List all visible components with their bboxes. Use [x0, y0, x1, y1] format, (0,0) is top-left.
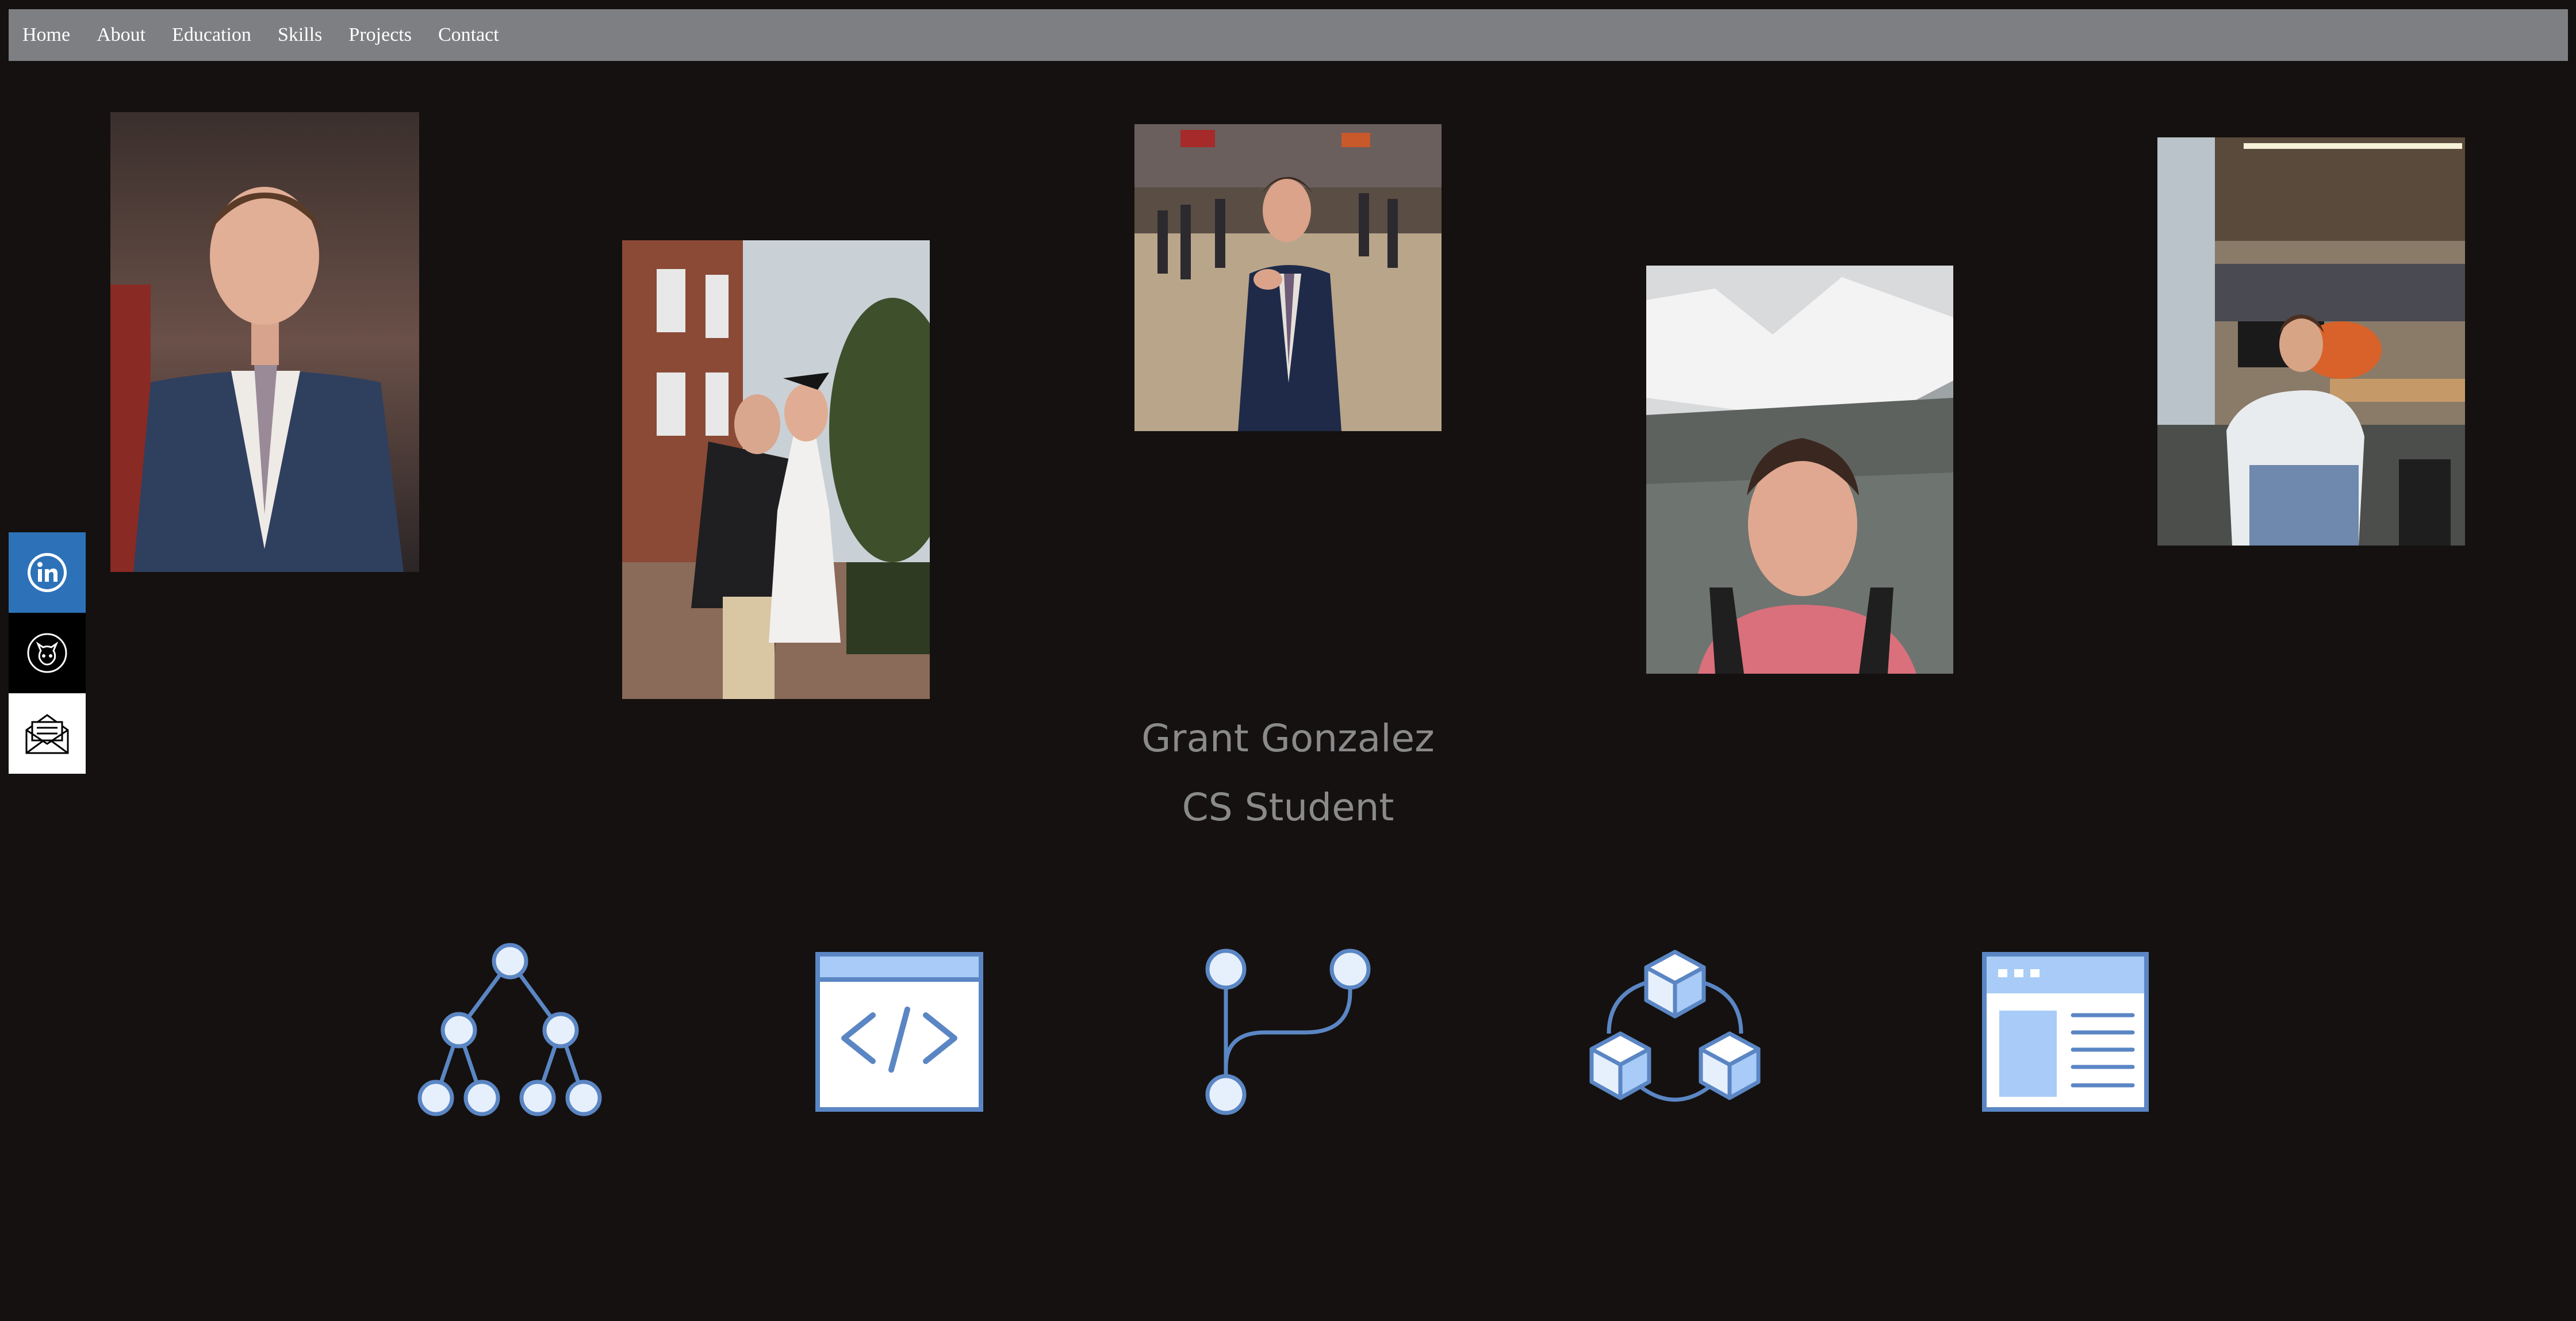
nav-home-link[interactable]: Home — [22, 24, 70, 46]
github-icon — [27, 633, 67, 673]
mountain-selfie-photo — [1646, 266, 1953, 674]
github-button[interactable] — [9, 613, 86, 693]
linkedin-button[interactable] — [9, 532, 86, 613]
tree-structure-icon — [414, 943, 604, 1121]
graduation-couple-photo — [622, 240, 930, 699]
top-navbar: Home About Education Skills Projects Con… — [9, 9, 2568, 61]
hero-name: Grant Gonzalez — [1141, 716, 1435, 761]
nav-education-link[interactable]: Education — [172, 24, 251, 46]
nav-contact-link[interactable]: Contact — [438, 24, 499, 46]
office-photo — [2157, 137, 2465, 546]
nav-skills-link[interactable]: Skills — [278, 24, 322, 46]
hero-role: CS Student — [1182, 785, 1394, 830]
ring-ceremony-photo — [1134, 124, 1442, 431]
cubes-network-icon — [1586, 947, 1764, 1117]
linkedin-icon — [28, 553, 67, 592]
nav-about-link[interactable]: About — [97, 24, 145, 46]
git-branch-icon — [1202, 946, 1374, 1119]
portrait-photo — [110, 112, 419, 572]
web-page-icon — [1982, 952, 2149, 1112]
nav-projects-link[interactable]: Projects — [348, 24, 412, 46]
code-window-icon — [815, 952, 983, 1112]
